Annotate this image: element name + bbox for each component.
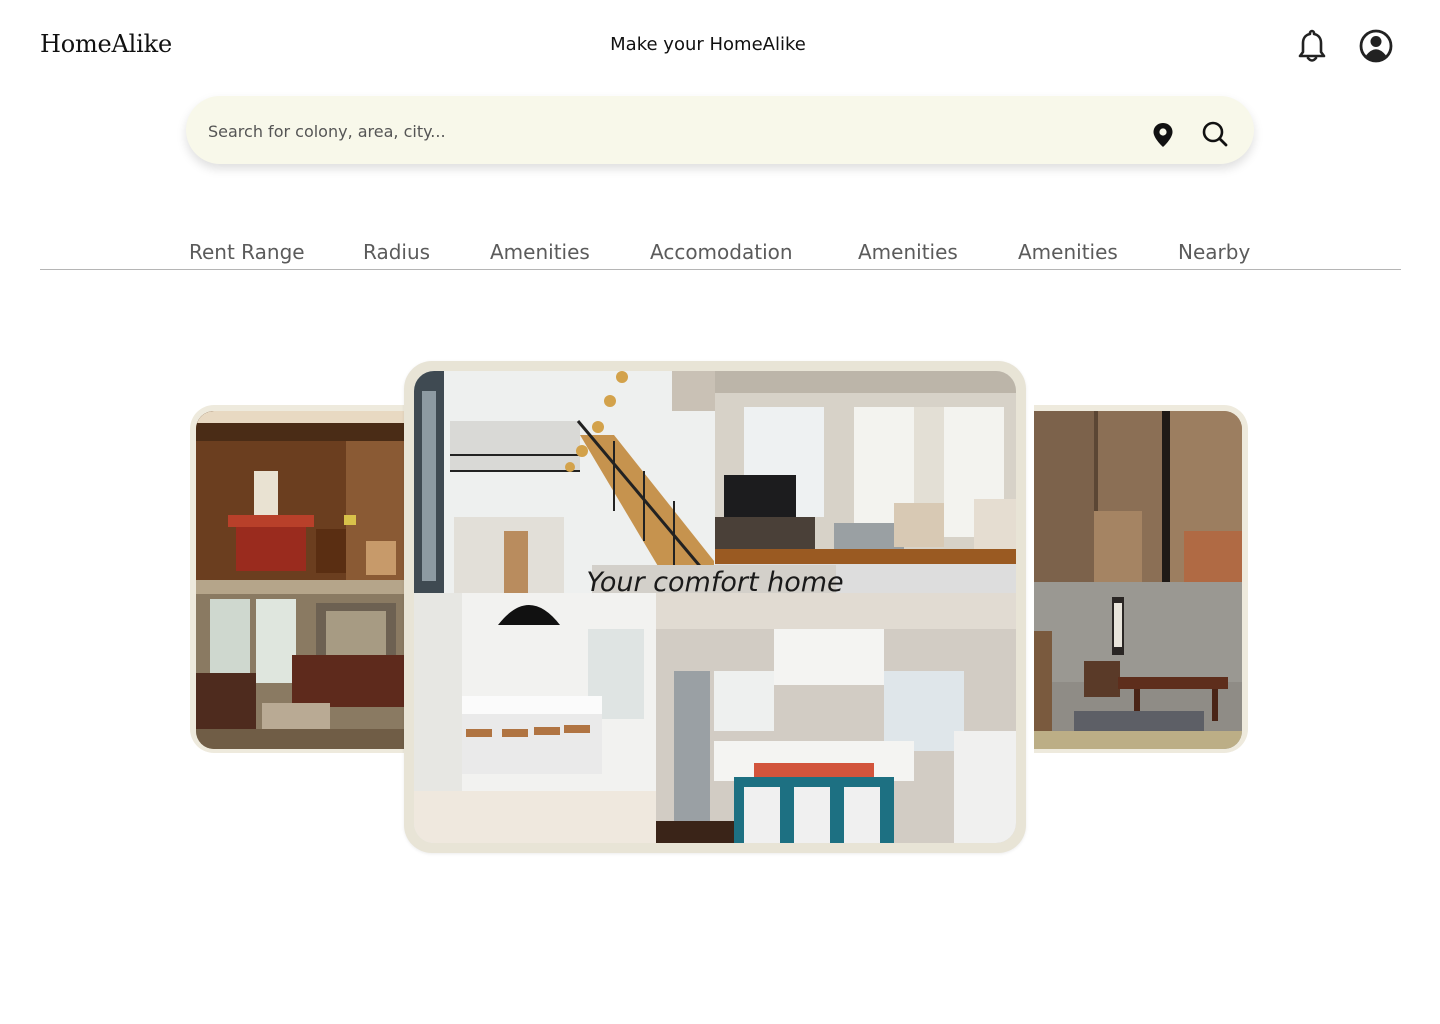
filter-bar: Rent Range Radius Amenities Accomodation… <box>40 238 1401 270</box>
room-photo-collage <box>196 411 404 749</box>
carousel-card-next[interactable] <box>1034 405 1248 753</box>
notifications-button[interactable] <box>1292 26 1332 66</box>
filter-nearby[interactable]: Nearby <box>1178 240 1250 264</box>
filter-accomodation[interactable]: Accomodation <box>650 240 793 264</box>
map-pin-icon <box>1153 123 1173 147</box>
carousel-card-featured[interactable]: Your comfort home <box>404 361 1026 853</box>
carousel-card-previous[interactable] <box>190 405 404 753</box>
user-profile-icon <box>1359 29 1393 63</box>
room-photo-collage <box>414 371 1016 843</box>
room-photo-collage <box>1034 411 1242 749</box>
search-button[interactable] <box>1201 120 1229 148</box>
search-bar <box>186 96 1254 164</box>
bell-icon <box>1298 29 1326 62</box>
profile-button[interactable] <box>1356 26 1396 66</box>
search-input[interactable] <box>206 114 1110 148</box>
filter-radius[interactable]: Radius <box>363 240 430 264</box>
search-icon <box>1202 121 1228 147</box>
filter-amenities[interactable]: Amenities <box>1018 240 1118 264</box>
page-tagline: Make your HomeAlike <box>610 34 806 55</box>
filter-rent-range[interactable]: Rent Range <box>189 240 305 264</box>
filter-amenities[interactable]: Amenities <box>490 240 590 264</box>
filter-amenities[interactable]: Amenities <box>858 240 958 264</box>
location-button[interactable] <box>1151 121 1175 149</box>
carousel-caption: Your comfort home <box>586 567 844 598</box>
